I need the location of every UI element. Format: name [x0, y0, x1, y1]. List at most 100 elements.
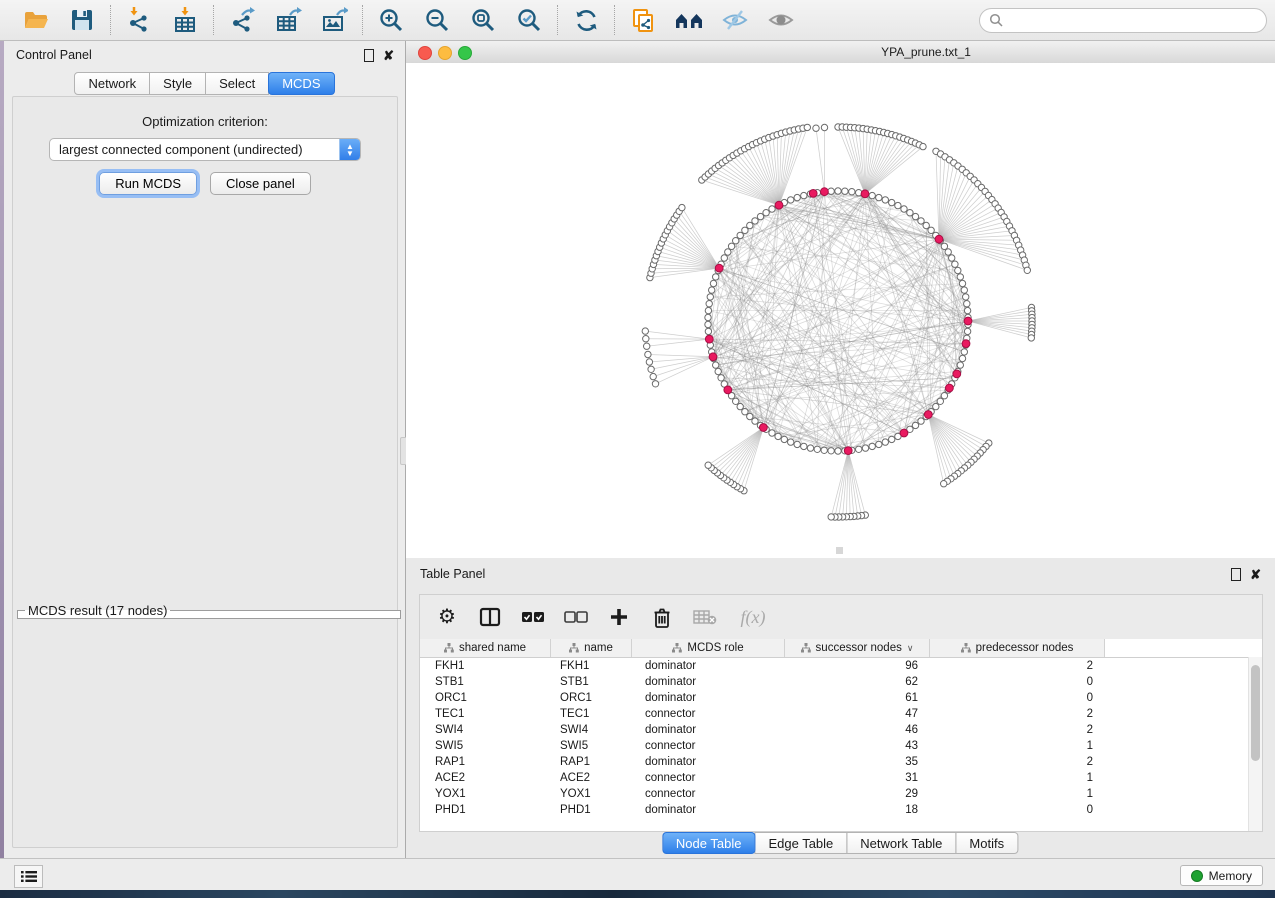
tab-select[interactable]: Select	[205, 72, 269, 95]
mcds-result-group: MCDS result (17 nodes) PHD1CAR1STP4TID3Y…	[17, 603, 401, 619]
node-table-frame: ⚙ f(x) shared namenameMCDS rolesuccessor	[419, 594, 1263, 832]
table-row[interactable]: TEC1TEC1connector472	[420, 706, 1262, 722]
table-panel-tabs: Node TableEdge TableNetwork TableMotifs	[663, 832, 1018, 854]
gear-icon: ⚙	[438, 607, 456, 627]
cell-successor-nodes: 46	[785, 724, 930, 736]
trash-icon	[653, 607, 671, 628]
cell-successor-nodes: 62	[785, 676, 930, 688]
tab-node-table[interactable]: Node Table	[662, 832, 756, 854]
plus-icon	[609, 607, 629, 627]
criterion-dropdown[interactable]: largest connected component (undirected)…	[49, 138, 361, 161]
minimize-window-icon[interactable]	[438, 46, 452, 60]
float-window-icon[interactable]	[364, 49, 374, 62]
cell-successor-nodes: 35	[785, 756, 930, 768]
table-row[interactable]: YOX1YOX1connector291	[420, 786, 1262, 802]
apply-layout-button[interactable]	[571, 5, 601, 35]
first-neighbors-button[interactable]	[674, 5, 704, 35]
tab-motifs[interactable]: Motifs	[955, 832, 1018, 854]
search-box	[979, 8, 1267, 33]
list-icon	[21, 870, 37, 883]
cell-name: STB1	[551, 676, 632, 688]
export-network-button[interactable]	[227, 5, 257, 35]
close-panel-icon[interactable]: ✘	[383, 49, 394, 62]
column-header-successor-nodes[interactable]: successor nodes∨	[785, 639, 930, 657]
import-network-button[interactable]	[124, 5, 154, 35]
unchecked-boxes-icon	[564, 610, 588, 624]
control-panel-tabs: NetworkStyleSelectMCDS	[4, 72, 406, 95]
zoom-in-icon	[378, 7, 405, 34]
select-all-rows-button[interactable]	[521, 604, 545, 630]
panel-menu-button[interactable]	[14, 865, 43, 888]
show-graphics-details-button[interactable]	[766, 5, 796, 35]
cell-successor-nodes: 61	[785, 692, 930, 704]
table-row[interactable]: PHD1PHD1dominator180	[420, 802, 1262, 818]
column-header-shared-name[interactable]: shared name	[420, 639, 551, 657]
maximize-window-icon[interactable]	[458, 46, 472, 60]
zoom-in-button[interactable]	[376, 5, 406, 35]
mcds-result-list[interactable]: PHD1CAR1STP4TID3YOX1SWI4SRD1PMA2FKH1ACE2…	[20, 620, 385, 623]
zoom-fit-button[interactable]	[468, 5, 498, 35]
cell-shared-name: SWI4	[420, 724, 551, 736]
open-folder-icon	[23, 7, 49, 33]
tab-style[interactable]: Style	[149, 72, 206, 95]
function-builder-button[interactable]: f(x)	[736, 604, 770, 630]
memory-button[interactable]: Memory	[1180, 865, 1263, 886]
table-row[interactable]: FKH1FKH1dominator962	[420, 658, 1262, 674]
export-image-button[interactable]	[319, 5, 349, 35]
table-settings-button[interactable]: ⚙	[435, 604, 459, 630]
tab-network-table[interactable]: Network Table	[846, 832, 956, 854]
show-columns-button[interactable]	[478, 604, 502, 630]
zoom-selected-button[interactable]	[514, 5, 544, 35]
control-panel: Control Panel ✘ NetworkStyleSelectMCDS O…	[4, 41, 406, 858]
cell-name: ACE2	[551, 772, 632, 784]
create-column-button[interactable]	[607, 604, 631, 630]
close-panel-button[interactable]: Close panel	[210, 172, 311, 195]
cell-predecessor-nodes: 2	[930, 724, 1105, 736]
table-row[interactable]: STB1STB1dominator620	[420, 674, 1262, 690]
import-table-icon	[171, 6, 199, 34]
column-type-icon	[801, 643, 811, 653]
tab-network[interactable]: Network	[74, 72, 150, 95]
network-canvas[interactable]	[406, 63, 1275, 558]
optimization-criterion-label: Optimization criterion:	[13, 114, 397, 129]
open-session-button[interactable]	[21, 5, 51, 35]
cell-name: ORC1	[551, 692, 632, 704]
deselect-all-rows-button[interactable]	[564, 604, 588, 630]
node-table: shared namenameMCDS rolesuccessor nodes∨…	[420, 639, 1262, 831]
cell-name: SWI5	[551, 740, 632, 752]
table-row[interactable]: ORC1ORC1dominator610	[420, 690, 1262, 706]
clear-table-button[interactable]	[693, 604, 717, 630]
table-row[interactable]: RAP1RAP1dominator352	[420, 754, 1262, 770]
float-window-icon[interactable]	[1231, 568, 1241, 581]
tab-mcds[interactable]: MCDS	[268, 72, 334, 95]
zoom-out-button[interactable]	[422, 5, 452, 35]
table-scrollbar[interactable]	[1248, 657, 1262, 831]
import-table-button[interactable]	[170, 5, 200, 35]
column-header-predecessor-nodes[interactable]: predecessor nodes	[930, 639, 1105, 657]
table-row[interactable]: SWI4SWI4dominator462	[420, 722, 1262, 738]
network-window-titlebar[interactable]: YPA_prune.txt_1	[406, 41, 1275, 64]
close-panel-icon[interactable]: ✘	[1250, 568, 1261, 581]
cell-MCDS-role: connector	[632, 708, 785, 720]
status-bar: Memory	[0, 858, 1275, 890]
canvas-resize-handle[interactable]	[836, 547, 843, 554]
tab-edge-table[interactable]: Edge Table	[754, 832, 847, 854]
hide-graphics-details-button[interactable]	[720, 5, 750, 35]
cell-predecessor-nodes: 1	[930, 740, 1105, 752]
column-header-MCDS-role[interactable]: MCDS role	[632, 639, 785, 657]
export-table-button[interactable]	[273, 5, 303, 35]
delete-column-button[interactable]	[650, 604, 674, 630]
cell-MCDS-role: dominator	[632, 676, 785, 688]
run-mcds-button[interactable]: Run MCDS	[99, 172, 197, 195]
cell-name: SWI4	[551, 724, 632, 736]
first-neighbors-icon	[674, 7, 704, 33]
search-input[interactable]	[1010, 12, 1257, 28]
clone-network-button[interactable]	[628, 5, 658, 35]
cell-MCDS-role: dominator	[632, 804, 785, 816]
close-window-icon[interactable]	[418, 46, 432, 60]
column-header-name[interactable]: name	[551, 639, 632, 657]
table-scrollbar-thumb[interactable]	[1251, 665, 1260, 761]
table-row[interactable]: ACE2ACE2connector311	[420, 770, 1262, 786]
table-row[interactable]: SWI5SWI5connector431	[420, 738, 1262, 754]
save-session-button[interactable]	[67, 5, 97, 35]
